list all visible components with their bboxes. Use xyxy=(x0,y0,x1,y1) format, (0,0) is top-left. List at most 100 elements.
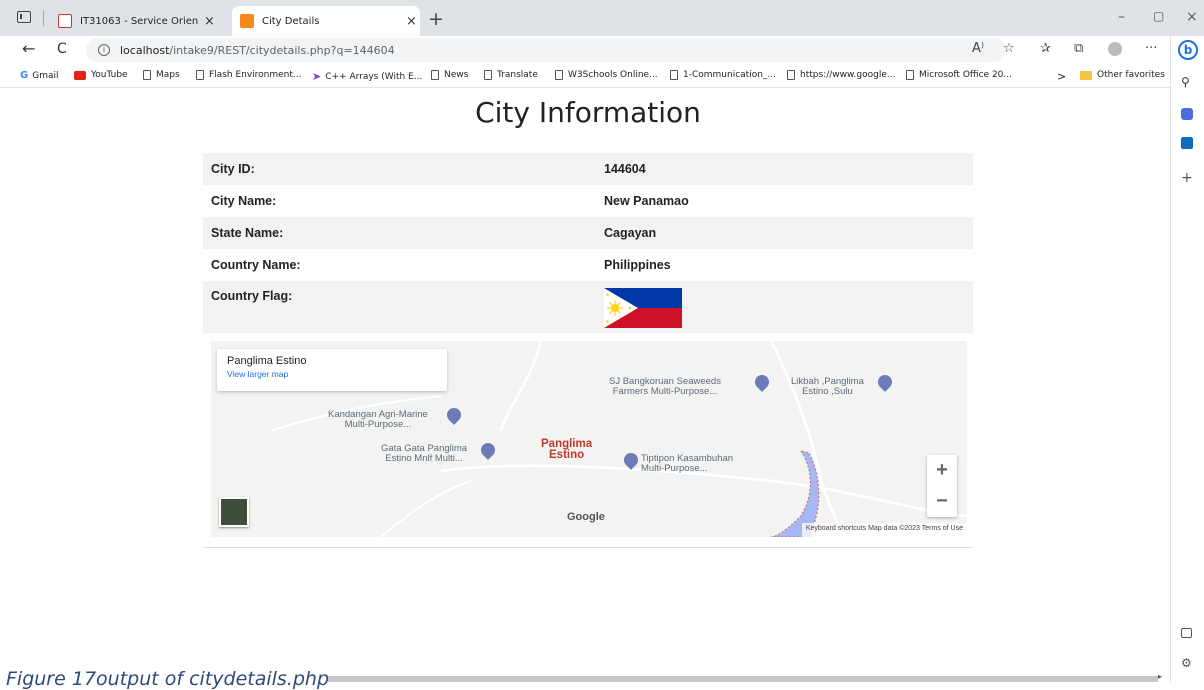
tab-actions-icon[interactable] xyxy=(17,11,31,23)
add-sidebar-icon[interactable]: + xyxy=(1181,170,1195,186)
map-poi-likbah[interactable]: Likbah ,Panglima Estino ,Sulu xyxy=(791,377,864,397)
favorite-star-icon[interactable]: ☆ xyxy=(1003,41,1015,56)
close-window-button[interactable]: × xyxy=(1186,9,1198,25)
fav-news[interactable]: News xyxy=(431,70,468,80)
folder-icon xyxy=(1080,70,1092,80)
map-poi-gata-gata[interactable]: Gata Gata Panglima Estino Mnlf Multi... xyxy=(381,444,467,464)
row-label: State Name: xyxy=(211,226,284,240)
tab-close-icon[interactable]: × xyxy=(406,14,417,29)
fav-maps[interactable]: Maps xyxy=(143,70,180,80)
tab-city-details[interactable]: City Details × xyxy=(232,6,420,36)
shopping-icon[interactable] xyxy=(1181,108,1193,120)
map-attribution[interactable]: Keyboard shortcuts Map data ©2023 Terms … xyxy=(801,523,967,537)
reload-button[interactable]: C xyxy=(57,41,67,57)
minimize-button[interactable]: – xyxy=(1118,9,1125,25)
map-container: Panglima Estino View larger map SJ Bangk… xyxy=(203,333,973,548)
page-icon xyxy=(143,70,151,80)
map-poi-sj-bangkoruan[interactable]: SJ Bangkoruan Seaweeds Farmers Multi-Pur… xyxy=(609,377,721,397)
tab-title: City Details xyxy=(262,15,320,27)
browser-window: IT31063 - Service Oriented Comp × City D… xyxy=(0,0,1204,690)
flag-star-icon xyxy=(606,293,609,296)
gmail-icon: G xyxy=(20,70,29,81)
table-row: Country Flag: xyxy=(203,281,973,333)
url-path: /intake9/REST/citydetails.php?q=144604 xyxy=(169,43,395,57)
row-value: New Panamao xyxy=(604,194,689,208)
other-favorites[interactable]: Other favorites xyxy=(1080,70,1165,80)
page-icon xyxy=(787,70,795,80)
fav-cpp[interactable]: ➤ C++ Arrays (With E... xyxy=(312,70,422,83)
flag-star-icon xyxy=(628,306,632,310)
row-label: City ID: xyxy=(211,162,255,176)
google-logo: Google xyxy=(567,511,605,523)
youtube-icon xyxy=(74,70,86,80)
page-icon xyxy=(431,70,439,80)
embedded-map[interactable]: Panglima Estino View larger map SJ Bangk… xyxy=(211,341,967,537)
tab-close-icon[interactable]: × xyxy=(204,14,215,29)
page-content: City Information City ID: 144604 City Na… xyxy=(0,88,1170,682)
flag-star-icon xyxy=(606,320,609,323)
satellite-toggle-button[interactable] xyxy=(219,497,249,527)
zoom-out-button[interactable]: − xyxy=(927,486,957,517)
sidebar-toggle-icon[interactable] xyxy=(1181,628,1192,638)
restore-button[interactable]: ▢ xyxy=(1153,9,1164,23)
fav-translate[interactable]: Translate xyxy=(484,70,538,80)
fav-google[interactable]: https://www.google... xyxy=(787,70,895,80)
map-poi-kandangan[interactable]: Kandangan Agri-Marine Multi-Purpose... xyxy=(328,410,428,430)
tab-strip: IT31063 - Service Oriented Comp × City D… xyxy=(0,0,1204,36)
map-poi-tiptipon[interactable]: Tiptipon Kasambuhan Multi-Purpose... xyxy=(641,454,733,474)
figure-caption: Figure 17output of citydetails.php xyxy=(6,668,330,690)
scroll-right-icon[interactable]: ▸ xyxy=(1158,672,1168,682)
map-city-label[interactable]: Panglima Estino xyxy=(541,438,592,461)
fav-office[interactable]: Microsoft Office 20... xyxy=(906,70,1012,80)
row-value xyxy=(604,281,973,333)
back-button[interactable]: ← xyxy=(22,39,35,58)
cpp-icon: ➤ xyxy=(312,70,322,83)
page-icon xyxy=(555,70,563,80)
fav-gmail[interactable]: G Gmail xyxy=(20,70,58,81)
page-icon xyxy=(196,70,204,80)
map-info-card: Panglima Estino View larger map xyxy=(217,349,447,391)
city-info-table: City ID: 144604 City Name: New Panamao S… xyxy=(203,153,973,333)
zoom-in-button[interactable]: + xyxy=(927,455,957,486)
edge-sidebar: b ⚲ + ⚙ xyxy=(1170,36,1204,682)
row-label: City Name: xyxy=(211,194,277,208)
tab-it31063[interactable]: IT31063 - Service Oriented Comp × xyxy=(50,6,230,36)
pdf-icon xyxy=(58,14,72,28)
philippines-flag-image xyxy=(604,288,682,328)
profile-icon[interactable] xyxy=(1108,42,1122,56)
settings-gear-icon[interactable]: ⚙ xyxy=(1181,656,1195,670)
bing-copilot-icon[interactable]: b xyxy=(1178,40,1198,60)
table-row: City Name: New Panamao xyxy=(203,185,973,217)
fav-w3schools[interactable]: W3Schools Online... xyxy=(555,70,658,80)
row-value: Cagayan xyxy=(604,226,657,240)
collections-icon[interactable]: ⧉ xyxy=(1074,41,1083,56)
site-favicon-icon xyxy=(240,14,254,28)
address-bar[interactable]: i localhost /intake9/REST/citydetails.ph… xyxy=(86,38,1006,62)
favorites-icon[interactable]: ✰ xyxy=(1040,41,1051,56)
search-icon[interactable]: ⚲ xyxy=(1181,75,1195,89)
page-icon xyxy=(484,70,492,80)
fav-communication[interactable]: 1-Communication_... xyxy=(670,70,776,80)
fav-youtube[interactable]: YouTube xyxy=(74,70,128,80)
favorites-overflow-button[interactable]: > xyxy=(1057,70,1066,83)
row-value: 144604 xyxy=(604,162,646,176)
page-icon xyxy=(670,70,678,80)
fav-flash[interactable]: Flash Environment... xyxy=(196,70,302,80)
info-icon[interactable]: i xyxy=(98,44,110,56)
row-label: Country Flag: xyxy=(211,289,293,303)
row-label: Country Name: xyxy=(211,258,301,272)
horizontal-scrollbar[interactable] xyxy=(328,676,1158,682)
url-host: localhost xyxy=(120,43,170,57)
table-row: State Name: Cagayan xyxy=(203,217,973,249)
view-larger-map-link[interactable]: View larger map xyxy=(227,369,437,379)
tab-separator xyxy=(43,10,44,26)
favorites-bar: G Gmail YouTube Maps Flash Environment...… xyxy=(0,64,1170,88)
new-tab-button[interactable]: + xyxy=(428,8,444,30)
outlook-icon[interactable] xyxy=(1181,137,1193,149)
map-place-title: Panglima Estino xyxy=(227,355,307,367)
table-row: City ID: 144604 xyxy=(203,153,973,185)
menu-icon[interactable]: ··· xyxy=(1145,41,1157,56)
tab-title: IT31063 - Service Oriented Comp xyxy=(80,15,198,27)
map-zoom-control: + − xyxy=(927,455,957,517)
read-aloud-icon[interactable]: A⁾ xyxy=(972,41,984,56)
